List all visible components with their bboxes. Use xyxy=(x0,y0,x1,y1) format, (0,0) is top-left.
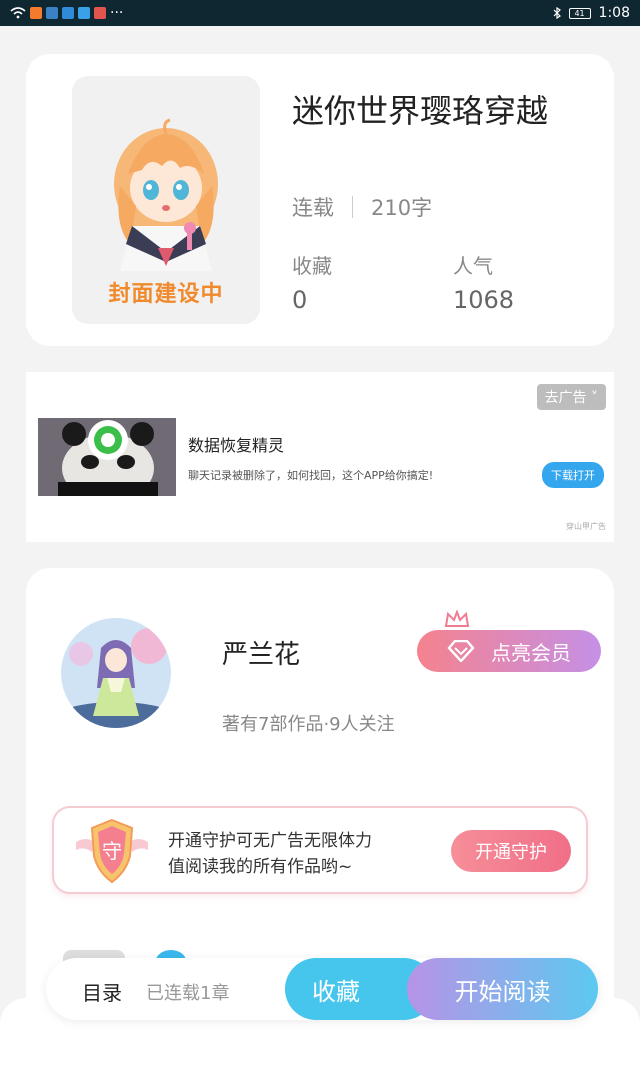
guard-promo-line-1: 开通守护可无广告无限体力 xyxy=(168,831,372,851)
book-meta: 连载 210字 xyxy=(292,192,432,222)
panda-meme-image xyxy=(38,418,176,496)
guard-promo-line-2: 值阅读我的所有作品哟~ xyxy=(168,857,353,877)
serial-status: 连载 xyxy=(292,196,334,220)
guard-shield-icon: 守 xyxy=(76,818,148,884)
guard-promo: 守 开通守护可无广告无限体力 值阅读我的所有作品哟~ 开通守护 xyxy=(52,806,588,894)
popularity-label: 人气 xyxy=(453,254,493,278)
wifi-icon xyxy=(10,7,26,19)
word-count: 210字 xyxy=(371,196,433,220)
guard-promo-text: 开通守护可无广告无限体力 值阅读我的所有作品哟~ xyxy=(168,828,372,880)
remove-ad-label: 去广告 xyxy=(544,390,587,406)
popularity-value: 1068 xyxy=(453,286,515,314)
author-avatar[interactable] xyxy=(61,618,171,728)
clock: 1:08 xyxy=(598,5,630,21)
status-bar: ··· 41 1:08 xyxy=(0,0,640,26)
search-app-icon xyxy=(78,7,90,19)
more-notifications-icon: ··· xyxy=(110,5,124,21)
meta-divider xyxy=(352,196,353,218)
start-reading-label: 开始阅读 xyxy=(454,977,551,1006)
favorites-value: 0 xyxy=(292,286,308,314)
ad-image[interactable] xyxy=(38,418,176,496)
author-avatar-image xyxy=(61,618,171,728)
status-right: 41 1:08 xyxy=(553,5,630,21)
chapter-count: 已连载1章 xyxy=(146,983,230,1004)
table-of-contents-button[interactable]: 目录 xyxy=(82,977,122,1006)
battery-icon: 41 xyxy=(568,7,591,19)
diamond-icon xyxy=(447,640,475,662)
ad-description: 聊天记录被删除了，如何找回，这个APP给你搞定! xyxy=(188,469,434,482)
app-icon xyxy=(94,7,106,19)
remove-ad-button[interactable]: 去广告 ˅ xyxy=(536,384,606,410)
collect-button-label: 收藏 xyxy=(312,977,360,1006)
vip-button[interactable]: 点亮会员 xyxy=(417,630,601,672)
vip-button-label: 点亮会员 xyxy=(491,640,571,665)
bottom-action-bar: 目录 已连载1章 收藏 开始阅读 xyxy=(46,958,598,1020)
ad-download-button[interactable]: 下载打开 xyxy=(542,462,604,488)
anime-girl-cover-image xyxy=(114,118,218,271)
status-left-icons: ··· xyxy=(10,5,123,21)
author-stats: 著有7部作品·9人关注 xyxy=(222,714,395,735)
book-title: 迷你世界璎珞穿越 xyxy=(292,92,549,130)
chevron-down-icon: ˅ xyxy=(591,390,598,406)
app-icon xyxy=(62,7,74,19)
ad-source-label: 穿山甲广告 xyxy=(566,522,606,531)
bluetooth-icon xyxy=(553,7,561,19)
ad-title: 数据恢复精灵 xyxy=(188,436,285,455)
favorites-label: 收藏 xyxy=(292,254,332,278)
cover-caption: 封面建设中 xyxy=(108,282,224,307)
book-info-card: 封面建设中 迷你世界璎珞穿越 连载 210字 收藏 0 人气 1068 xyxy=(26,54,614,346)
book-cover[interactable]: 封面建设中 xyxy=(72,76,260,324)
download-icon xyxy=(30,7,42,19)
author-name: 严兰花 xyxy=(222,640,301,670)
ad-banner[interactable]: 去广告 ˅ 数据恢复精灵 聊天记录被删除了，如何找回，这个APP给你搞定! 下载… xyxy=(26,372,614,542)
app-icon xyxy=(46,7,58,19)
start-reading-button[interactable]: 开始阅读 xyxy=(407,958,598,1020)
guard-badge-text: 守 xyxy=(102,839,122,863)
crown-icon xyxy=(444,610,470,627)
open-guard-button[interactable]: 开通守护 xyxy=(451,830,571,872)
